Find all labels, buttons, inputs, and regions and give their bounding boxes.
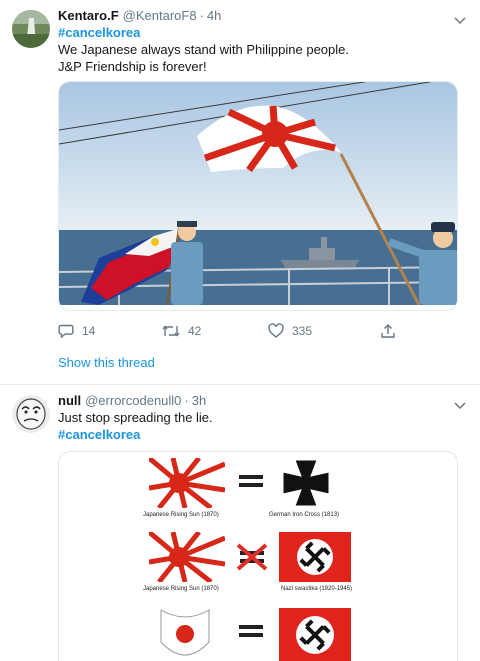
retweet-button[interactable]: 42 [162, 323, 268, 339]
caption-swastika: Nazi swastika (1920-1945) [281, 586, 353, 592]
reply-icon [58, 324, 74, 339]
separator: · [199, 8, 204, 23]
swastika-flag-image [279, 532, 351, 582]
rising-sun-flag-image [149, 532, 225, 582]
tweet-header: Kentaro.F @KentaroF8 · 4h [58, 8, 468, 24]
avatar-null[interactable] [12, 395, 50, 433]
tweet-photo[interactable]: Japanese Rising Sun (1870) German Iron C… [58, 451, 458, 661]
rising-sun-flag-image [149, 458, 225, 508]
caption-rising-sun: Japanese Rising Sun (1870) [143, 512, 219, 518]
display-name[interactable]: null [58, 393, 81, 409]
tweet-kentaro[interactable]: Kentaro.F @KentaroF8 · 4h #cancelkorea W… [0, 0, 480, 372]
tweet-header: null @errorcodenull0 · 3h [58, 393, 468, 409]
tweet-text: #cancelkorea We Japanese always stand wi… [58, 24, 468, 75]
caption-iron-cross: German Iron Cross (1813) [269, 512, 340, 518]
show-thread-link[interactable]: Show this thread [58, 355, 155, 370]
reply-count: 14 [82, 324, 96, 338]
timestamp[interactable]: 4h [207, 8, 221, 24]
iron-cross-image [281, 458, 331, 508]
user-handle[interactable]: @errorcodenull0 [85, 393, 181, 409]
tweet-text-line: Just stop spreading the lie. [58, 410, 213, 425]
flags-photo [59, 82, 457, 306]
avatar-kentaro[interactable] [12, 10, 50, 48]
equals-icon [239, 625, 263, 637]
chevron-down-icon[interactable] [454, 12, 466, 30]
retweet-icon [162, 325, 180, 337]
share-button[interactable] [380, 323, 396, 339]
tweet-text: Just stop spreading the lie. #cancelkore… [58, 409, 468, 443]
display-name[interactable]: Kentaro.F [58, 8, 119, 24]
like-button[interactable]: 335 [268, 323, 380, 339]
user-handle[interactable]: @KentaroF8 [123, 8, 197, 24]
tweet-photo[interactable] [58, 81, 458, 311]
swastika-flag-image [279, 608, 351, 661]
tweet-text-line: J&P Friendship is forever! [58, 59, 207, 74]
tweet-text-line: We Japanese always stand with Philippine… [58, 42, 349, 57]
reply-button[interactable]: 14 [58, 323, 162, 339]
tweet-null[interactable]: null @errorcodenull0 · 3h Just stop spre… [0, 385, 480, 661]
timestamp[interactable]: 3h [192, 393, 206, 409]
hashtag-link[interactable]: #cancelkorea [58, 426, 468, 443]
share-icon [381, 324, 395, 338]
hashtag-link[interactable]: #cancelkorea [58, 24, 468, 41]
caption-rising-sun: Japanese Rising Sun (1870) [143, 586, 219, 592]
tweet-actions: 14 42 335 [58, 321, 468, 341]
retweet-count: 42 [188, 324, 202, 338]
heart-icon [268, 323, 284, 338]
chevron-down-icon[interactable] [454, 397, 466, 415]
crossed-equals-icon [236, 543, 268, 571]
equals-icon [239, 475, 263, 487]
like-count: 335 [292, 324, 313, 338]
separator: · [184, 393, 189, 408]
